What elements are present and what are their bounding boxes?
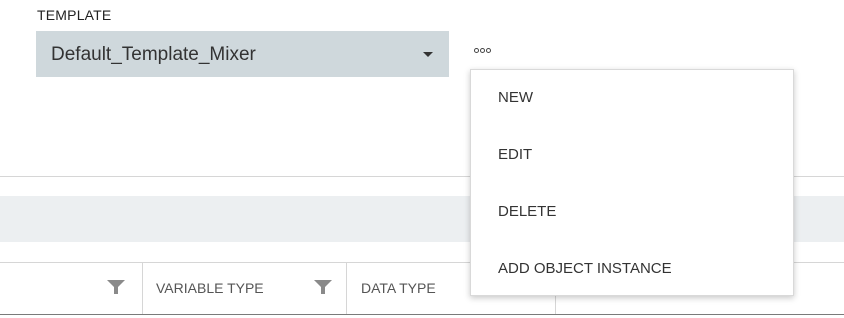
filter-icon[interactable] [313, 279, 333, 295]
dot-icon [485, 47, 491, 53]
template-select[interactable]: Default_Template_Mixer [36, 31, 449, 77]
menu-item-new[interactable]: NEW [471, 74, 793, 120]
more-options-menu: NEW EDIT DELETE ADD OBJECT INSTANCE [470, 69, 794, 296]
menu-item-add-object-instance[interactable]: ADD OBJECT INSTANCE [471, 245, 793, 291]
column-header-data-type[interactable]: DATA TYPE [361, 280, 436, 296]
filter-icon[interactable] [106, 279, 126, 295]
more-options-button[interactable] [468, 43, 496, 57]
table-header-bottom-border [0, 314, 844, 315]
menu-item-edit[interactable]: EDIT [471, 131, 793, 177]
column-separator [142, 263, 143, 314]
menu-item-label: NEW [498, 89, 533, 106]
template-select-value: Default_Template_Mixer [51, 44, 256, 65]
dot-icon [473, 47, 479, 53]
dot-icon [479, 47, 485, 53]
menu-item-delete[interactable]: DELETE [471, 188, 793, 234]
menu-item-label: EDIT [498, 146, 533, 163]
template-label: TEMPLATE [37, 7, 112, 23]
menu-item-label: DELETE [498, 203, 557, 220]
column-separator [346, 263, 347, 314]
caret-down-icon [423, 52, 433, 57]
column-header-variable-type[interactable]: VARIABLE TYPE [156, 280, 264, 296]
menu-item-label: ADD OBJECT INSTANCE [498, 260, 672, 277]
